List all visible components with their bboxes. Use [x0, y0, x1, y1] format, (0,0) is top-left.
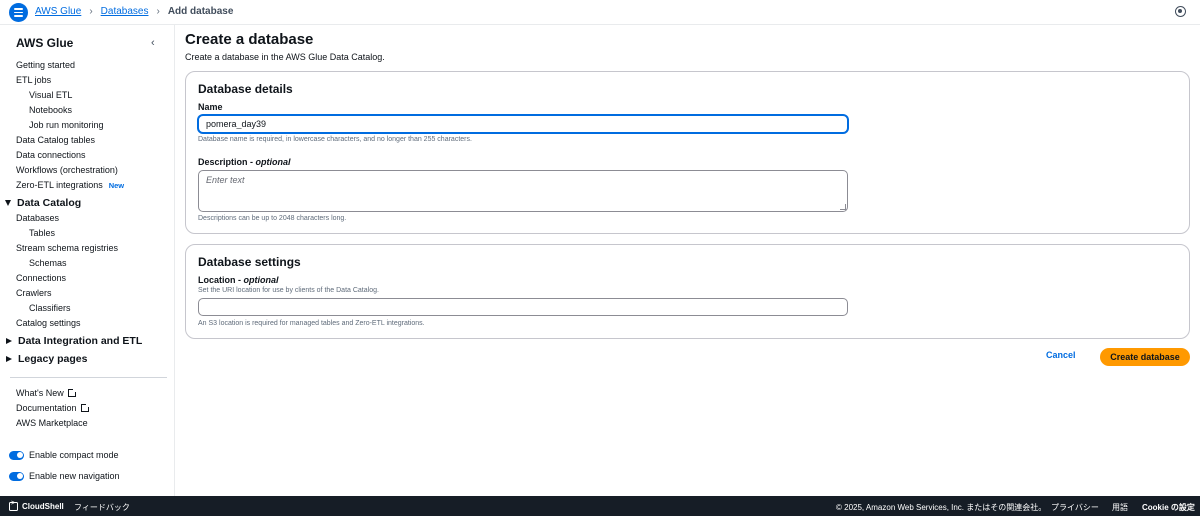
sidebar-item-catalog-settings[interactable]: Catalog settings — [16, 318, 81, 328]
privacy-link[interactable]: プライバシー — [1051, 502, 1099, 513]
name-label: Name — [198, 102, 223, 112]
sidebar-section-label: Data Catalog — [17, 197, 82, 209]
sidebar-item-tables[interactable]: Tables — [29, 228, 55, 238]
caret-right-icon — [6, 356, 12, 362]
page-description: Create a database in the AWS Glue Data C… — [185, 52, 385, 62]
sidebar-section-legacy-pages[interactable]: Legacy pages — [5, 353, 87, 365]
description-label: Description - optional — [198, 157, 291, 167]
chevron-right-icon: › — [156, 6, 160, 17]
toggle-label: Enable compact mode — [29, 450, 119, 460]
database-details-panel: Database details Name Database name is r… — [185, 71, 1190, 234]
sidebar-item-zero-etl[interactable]: Zero-ETL integrations New — [16, 180, 124, 190]
sidebar-link-aws-marketplace[interactable]: AWS Marketplace — [16, 418, 88, 428]
panel-title: Database settings — [198, 255, 301, 269]
new-navigation-toggle[interactable] — [9, 471, 24, 481]
settings-icon[interactable] — [1175, 6, 1186, 17]
database-name-input[interactable] — [198, 115, 848, 133]
chevron-right-icon: › — [89, 6, 93, 17]
breadcrumb-current: Add database — [167, 6, 234, 17]
external-link-icon — [67, 388, 77, 397]
breadcrumb: AWS Glue › Databases › Add database — [35, 6, 233, 17]
sidebar-section-label: Data Integration and ETL — [18, 335, 143, 347]
location-label-text: Location - — [198, 275, 244, 285]
sidebar-item-connections[interactable]: Connections — [16, 273, 66, 283]
cookie-settings-link[interactable]: Cookie の設定 — [1142, 502, 1195, 513]
sidebar-item-visual-etl[interactable]: Visual ETL — [29, 90, 72, 100]
description-label-text: Description - — [198, 157, 256, 167]
sidebar-item-job-run-monitoring[interactable]: Job run monitoring — [29, 120, 104, 130]
sidebar-item-getting-started[interactable]: Getting started — [16, 60, 75, 70]
sidebar-item-label: Zero-ETL integrations — [16, 180, 103, 190]
terms-link[interactable]: 用語 — [1112, 502, 1128, 513]
cloudshell-icon[interactable] — [9, 500, 18, 511]
new-navigation-toggle-row: Enable new navigation — [9, 471, 120, 481]
location-description: Set the URI location for use by clients … — [198, 287, 379, 294]
caret-right-icon — [6, 338, 12, 344]
sidebar-section-label: Legacy pages — [18, 353, 88, 365]
compact-mode-toggle[interactable] — [9, 450, 24, 460]
caret-down-icon — [5, 200, 11, 206]
hamburger-menu-icon[interactable] — [9, 3, 28, 22]
sidebar-item-workflows[interactable]: Workflows (orchestration) — [16, 165, 118, 175]
breadcrumb-databases-link[interactable]: Databases — [101, 6, 149, 17]
sidebar-item-classifiers[interactable]: Classifiers — [29, 303, 71, 313]
optional-text: optional — [243, 275, 279, 285]
description-textarea[interactable] — [198, 170, 848, 212]
chevron-left-icon[interactable]: ‹ — [151, 37, 155, 49]
console-footer: CloudShell フィードバック © 2025, Amazon Web Se… — [0, 496, 1200, 516]
sidebar-item-data-connections[interactable]: Data connections — [16, 150, 86, 160]
location-input[interactable] — [198, 298, 848, 316]
cloudshell-label: CloudShell — [22, 502, 64, 511]
sidebar-link-documentation[interactable]: Documentation — [16, 403, 90, 413]
sidebar-item-crawlers[interactable]: Crawlers — [16, 288, 52, 298]
sidebar-item-label: Documentation — [16, 403, 77, 413]
description-hint: Descriptions can be up to 2048 character… — [198, 215, 347, 222]
sidebar-item-notebooks[interactable]: Notebooks — [29, 105, 72, 115]
page-title: Create a database — [185, 31, 314, 48]
cloudshell-link[interactable]: CloudShell — [22, 502, 64, 511]
create-database-button[interactable]: Create database — [1100, 348, 1190, 366]
top-navigation-bar: AWS Glue › Databases › Add database — [0, 0, 1200, 25]
sidebar-item-databases[interactable]: Databases — [16, 213, 59, 223]
sidebar-item-stream-schema-registries[interactable]: Stream schema registries — [16, 243, 118, 253]
breadcrumb-aws-glue-link[interactable]: AWS Glue — [35, 6, 81, 17]
new-badge: New — [108, 181, 125, 190]
external-link-icon — [80, 403, 90, 412]
compact-mode-toggle-row: Enable compact mode — [9, 450, 119, 460]
sidebar-item-data-catalog-tables[interactable]: Data Catalog tables — [16, 135, 95, 145]
toggle-label: Enable new navigation — [29, 471, 120, 481]
sidebar-title[interactable]: AWS Glue — [16, 36, 73, 50]
sidebar-item-label: What's New — [16, 388, 64, 398]
sidebar-section-data-integration[interactable]: Data Integration and ETL — [5, 335, 142, 347]
optional-text: optional — [255, 157, 291, 167]
resize-handle-icon[interactable] — [840, 204, 846, 210]
feedback-link[interactable]: フィードバック — [74, 502, 130, 513]
sidebar-item-schemas[interactable]: Schemas — [29, 258, 67, 268]
name-hint: Database name is required, in lowercase … — [198, 136, 472, 143]
sidebar-item-etl-jobs[interactable]: ETL jobs — [16, 75, 51, 85]
sidebar-link-whats-new[interactable]: What's New — [16, 388, 77, 398]
side-navigation: AWS Glue ‹ Getting started ETL jobs Visu… — [0, 25, 175, 496]
cookie-settings-label: Cookie の設定 — [1142, 503, 1195, 512]
sidebar-divider — [10, 377, 167, 378]
sidebar-section-data-catalog[interactable]: Data Catalog — [5, 197, 81, 209]
location-hint: An S3 location is required for managed t… — [198, 320, 425, 327]
database-settings-panel: Database settings Location - optional Se… — [185, 244, 1190, 339]
copyright-text: © 2025, Amazon Web Services, Inc. またはその関… — [836, 503, 1047, 512]
cancel-button[interactable]: Cancel — [1046, 350, 1076, 360]
location-label: Location - optional — [198, 275, 279, 285]
panel-title: Database details — [198, 82, 293, 96]
